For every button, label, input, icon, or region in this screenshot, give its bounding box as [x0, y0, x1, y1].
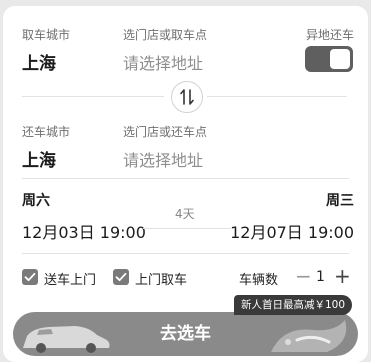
delivery-checkbox[interactable] — [22, 269, 38, 285]
return-address-input[interactable]: 请选择地址 — [123, 147, 203, 171]
pickup-door-label[interactable]: 上门取车 — [135, 269, 187, 288]
return-city-label: 还车城市 — [22, 125, 71, 139]
rental-duration: 4天 — [175, 207, 195, 221]
check-icon — [24, 272, 36, 282]
pickup-address-input[interactable]: 请选择地址 — [123, 50, 203, 74]
pickup-door-checkbox[interactable] — [113, 269, 129, 285]
promo-badge: 新人首日最高减￥100 — [233, 295, 352, 315]
duration-line — [143, 228, 231, 229]
check-icon — [115, 272, 127, 282]
pickup-city-label: 取车城市 — [22, 28, 71, 42]
vehicle-count-value: 1 — [316, 269, 325, 285]
pickup-city[interactable]: 上海 — [22, 49, 56, 74]
vehicle-count-minus[interactable]: − — [295, 266, 312, 286]
divider-dates — [22, 253, 349, 254]
return-city[interactable]: 上海 — [22, 146, 56, 171]
divider-right — [207, 96, 347, 97]
swap-button[interactable] — [171, 81, 203, 113]
start-datetime[interactable]: 12月03日 19:00 — [22, 219, 146, 243]
return-store-label: 选门店或还车点 — [123, 125, 208, 139]
toggle-knob — [330, 49, 350, 69]
vehicle-count-plus[interactable]: + — [334, 266, 351, 286]
pickup-store-label: 选门店或取车点 — [123, 28, 208, 42]
end-datetime[interactable]: 12月07日 19:00 — [230, 219, 354, 243]
choose-car-button[interactable]: 去选车 — [13, 312, 358, 356]
choose-car-label: 去选车 — [160, 324, 211, 344]
car-rental-search-card: 取车城市 上海 选门店或取车点 请选择地址 异地还车 还车城市 上海 选门店或还… — [3, 6, 368, 362]
different-return-toggle[interactable] — [305, 46, 353, 72]
end-weekday: 周三 — [326, 193, 354, 209]
vehicle-count-label: 车辆数 — [239, 273, 279, 288]
delivery-label[interactable]: 送车上门 — [44, 269, 96, 288]
start-weekday: 周六 — [22, 193, 50, 209]
swap-icon — [180, 89, 194, 105]
divider-left — [22, 96, 164, 97]
different-return-label: 异地还车 — [305, 28, 354, 42]
divider-return — [22, 178, 349, 179]
